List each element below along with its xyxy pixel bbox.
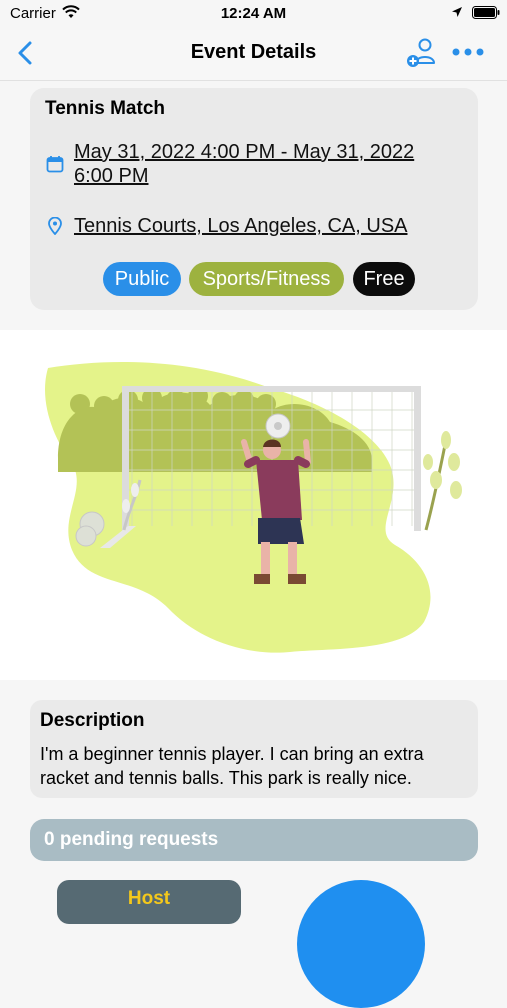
pending-requests-button[interactable]: 0 pending requests — [30, 819, 478, 861]
description-heading: Description — [40, 710, 145, 731]
navigation-bar: Event Details — [0, 30, 507, 81]
host-button-label: Host — [127, 888, 171, 909]
event-illustration — [0, 330, 507, 680]
status-time: 12:24 AM — [220, 5, 287, 22]
calendar-icon — [46, 156, 64, 173]
pending-requests-label: 0 pending requests — [44, 829, 219, 850]
location-arrow-icon — [452, 7, 462, 17]
more-dots-icon[interactable] — [450, 40, 486, 64]
battery-icon — [472, 6, 500, 19]
description-card: Description I'm a beginner tennis player… — [30, 700, 478, 798]
add-person-icon[interactable] — [404, 36, 438, 70]
event-title: Tennis Match — [45, 98, 165, 119]
visibility-badge: Public — [103, 262, 181, 296]
price-badge: Free — [353, 262, 415, 296]
host-button[interactable]: Host — [57, 880, 241, 924]
event-info-card: Tennis Match May 31, 2022 4:00 PM - May … — [30, 88, 478, 310]
primary-action-button[interactable] — [297, 880, 425, 1008]
description-text: I'm a beginner tennis player. I can brin… — [40, 744, 424, 788]
map-pin-icon — [48, 217, 62, 235]
status-bar: Carrier 12:24 AM — [0, 0, 507, 30]
event-location-link[interactable]: Tennis Courts, Los Angeles, CA, USA — [74, 214, 408, 238]
category-badge: Sports/Fitness — [189, 262, 344, 296]
event-date-link[interactable]: May 31, 2022 4:00 PM - May 31, 2022 6:00… — [74, 140, 454, 188]
